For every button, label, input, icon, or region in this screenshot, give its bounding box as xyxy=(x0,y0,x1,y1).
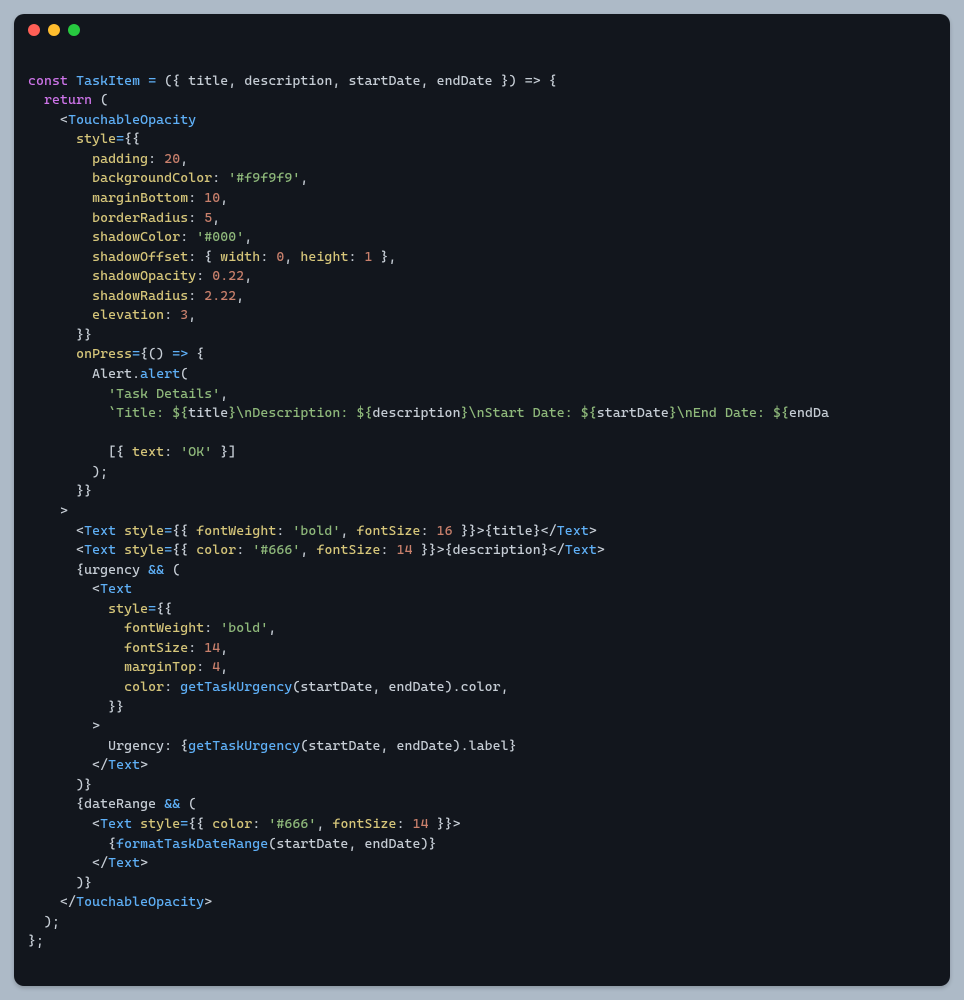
arg-ed-2: endDate xyxy=(397,738,453,754)
val-16: 16 xyxy=(437,523,453,539)
attr-style-5: style xyxy=(140,816,180,832)
prop-height: height xyxy=(300,249,348,265)
val-shadowopacity: 0.22 xyxy=(212,268,244,284)
val-14: 14 xyxy=(397,542,413,558)
expr-title: title xyxy=(493,523,533,539)
tmpl-d: }\nEnd Date: ${ xyxy=(669,405,789,421)
val-shadowradius: 2.22 xyxy=(204,288,236,304)
arg-sd-2: startDate xyxy=(308,738,380,754)
code-content: const TaskItem = ({ title, description, … xyxy=(14,46,950,980)
tmpl-ed: endDa xyxy=(789,405,829,421)
prop-shadowoffset: shadowOffset xyxy=(92,249,188,265)
arg-sd-3: startDate xyxy=(276,836,348,852)
editor-window: const TaskItem = ({ title, description, … xyxy=(14,14,950,986)
prop-fs: fontSize xyxy=(356,523,420,539)
jsx-text-4-close: Text xyxy=(108,855,140,871)
prop-padding: padding xyxy=(92,151,148,167)
prop-color-2: color xyxy=(124,679,164,695)
param-startDate: startDate xyxy=(349,73,421,89)
attr-style-4: style xyxy=(108,601,148,617)
val-bg: '#f9f9f9' xyxy=(228,170,300,186)
tmpl-title: title xyxy=(188,405,228,421)
prop-shadowradius: shadowRadius xyxy=(92,288,188,304)
attr-onpress: onPress xyxy=(76,346,132,362)
jsx-text-2-close: Text xyxy=(565,542,597,558)
prop-label-acc: label xyxy=(469,738,509,754)
prop-bg: backgroundColor xyxy=(92,170,212,186)
prop-br: borderRadius xyxy=(92,210,188,226)
text-urgency-label: Urgency: xyxy=(108,738,180,754)
expr-desc: description xyxy=(453,542,541,558)
fn-geturgency: getTaskUrgency xyxy=(180,679,292,695)
tmpl-a: `Title: ${ xyxy=(108,405,188,421)
tmpl-desc: description xyxy=(372,405,460,421)
minimize-icon[interactable] xyxy=(48,24,60,36)
prop-fs-3: fontSize xyxy=(124,640,188,656)
prop-fw-2: fontWeight xyxy=(124,620,204,636)
prop-fs-2: fontSize xyxy=(316,542,380,558)
val-height: 1 xyxy=(365,249,373,265)
window-titlebar xyxy=(14,14,950,46)
alert-title: 'Task Details' xyxy=(108,386,220,402)
jsx-touchable-opacity-close: TouchableOpacity xyxy=(76,894,204,910)
fn-formatdates: formatTaskDateRange xyxy=(116,836,268,852)
val-padding: 20 xyxy=(164,151,180,167)
jsx-text-4: Text xyxy=(100,816,132,832)
close-icon[interactable] xyxy=(28,24,40,36)
param-endDate: endDate xyxy=(437,73,493,89)
val-ok: 'OK' xyxy=(180,444,212,460)
val-14-2: 14 xyxy=(204,640,220,656)
alert-obj: Alert xyxy=(92,366,132,382)
jsx-text-2: Text xyxy=(84,542,116,558)
prop-fs-4: fontSize xyxy=(332,816,396,832)
param-description: description xyxy=(244,73,332,89)
tmpl-b: }\nDescription: ${ xyxy=(228,405,372,421)
prop-color-acc: color xyxy=(461,679,501,695)
jsx-text-3-close: Text xyxy=(108,757,140,773)
val-shadowcolor: '#000' xyxy=(196,229,244,245)
prop-color-3: color xyxy=(212,816,252,832)
val-mb: 10 xyxy=(204,190,220,206)
val-color666: '#666' xyxy=(252,542,300,558)
val-color666-2: '#666' xyxy=(268,816,316,832)
kw-const: const xyxy=(28,73,68,89)
val-bold: 'bold' xyxy=(292,523,340,539)
prop-color: color xyxy=(196,542,236,558)
tmpl-c: }\nStart Date: ${ xyxy=(461,405,597,421)
arg-sd: startDate xyxy=(300,679,372,695)
arg-ed-3: endDate xyxy=(364,836,420,852)
prop-mb: marginBottom xyxy=(92,190,188,206)
attr-style: style xyxy=(76,131,116,147)
jsx-touchable-opacity-open: TouchableOpacity xyxy=(68,112,196,128)
jsx-text-1-close: Text xyxy=(557,523,589,539)
attr-style-3: style xyxy=(124,542,164,558)
zoom-icon[interactable] xyxy=(68,24,80,36)
prop-shadowcolor: shadowColor xyxy=(92,229,180,245)
jsx-text-3: Text xyxy=(100,581,132,597)
var-daterange: dateRange xyxy=(84,796,156,812)
fn-geturgency-2: getTaskUrgency xyxy=(188,738,300,754)
prop-shadowopacity: shadowOpacity xyxy=(92,268,196,284)
param-title: title xyxy=(188,73,228,89)
alert-method: alert xyxy=(140,366,180,382)
arrow-fn-open: }) => { xyxy=(493,73,557,89)
tmpl-sd: startDate xyxy=(597,405,669,421)
attr-style-2: style xyxy=(124,523,164,539)
val-14-3: 14 xyxy=(413,816,429,832)
prop-mt: marginTop xyxy=(124,659,196,675)
jsx-text-1: Text xyxy=(84,523,116,539)
val-bold-2: 'bold' xyxy=(220,620,268,636)
var-urgency: urgency xyxy=(84,562,140,578)
arg-ed: endDate xyxy=(389,679,445,695)
prop-fw: fontWeight xyxy=(196,523,276,539)
component-name: TaskItem xyxy=(76,73,140,89)
prop-text: text xyxy=(132,444,164,460)
prop-width: width xyxy=(220,249,260,265)
prop-elevation: elevation xyxy=(92,307,164,323)
